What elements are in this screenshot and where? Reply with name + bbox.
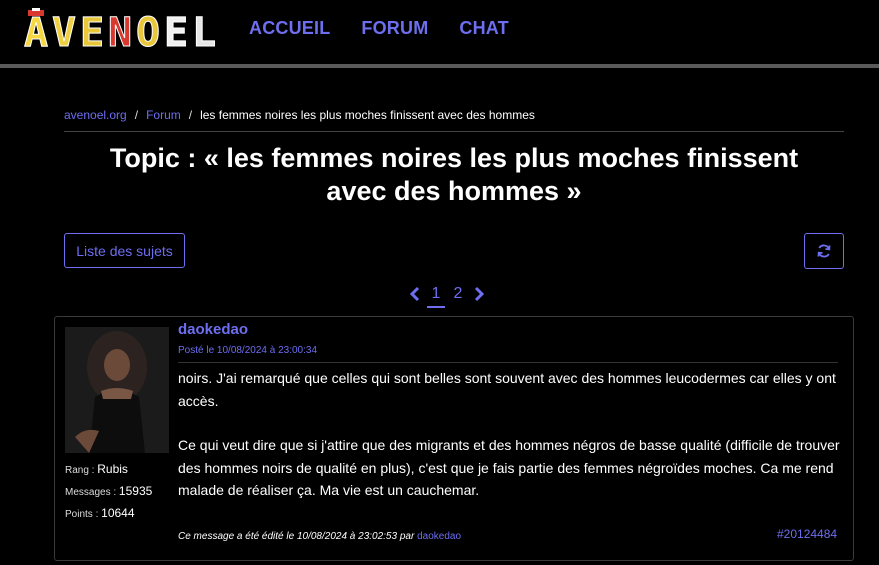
breadcrumb-separator: / [134, 108, 139, 122]
breadcrumb-current: les femmes noires les plus moches finiss… [200, 108, 535, 122]
svg-text:E: E [164, 10, 188, 52]
post-id-link[interactable]: #20124484 [777, 527, 837, 541]
breadcrumb-separator: / [188, 108, 193, 122]
edit-notice-text: Ce message a été édité le 10/08/2024 à 2… [178, 531, 415, 542]
breadcrumb: avenoel.org / Forum / les femmes noires … [64, 108, 535, 122]
title-line-2: avec des hommes » [326, 176, 582, 206]
nav-chat[interactable]: CHAT [459, 18, 508, 39]
svg-text:N: N [108, 10, 132, 52]
refresh-button[interactable] [804, 233, 844, 269]
rank-value: Rubis [97, 462, 128, 476]
rank-label: Rang [65, 465, 89, 476]
page-1[interactable]: 1 [425, 285, 447, 308]
messages-label: Messages [65, 487, 111, 498]
chevron-left-icon [409, 286, 420, 302]
edit-author-link[interactable]: daokedao [417, 531, 461, 542]
avatar-image [65, 327, 169, 453]
svg-text:A: A [24, 10, 48, 52]
svg-text:E: E [80, 10, 104, 52]
nav-accueil[interactable]: ACCUEIL [249, 18, 330, 39]
author-stats: Rang : Rubis Messages : 15935 Points : 1… [65, 462, 153, 520]
header-divider [0, 64, 879, 68]
breadcrumb-divider [64, 131, 844, 132]
forum-post: Rang : Rubis Messages : 15935 Points : 1… [54, 316, 854, 561]
avatar[interactable] [65, 327, 169, 453]
refresh-icon [817, 244, 831, 258]
points-label: Points [65, 509, 93, 520]
main-nav: ACCUEIL FORUM CHAT [249, 18, 509, 39]
edit-notice: Ce message a été édité le 10/08/2024 à 2… [178, 531, 461, 542]
title-line-1: Topic : « les femmes noires les plus moc… [109, 143, 799, 173]
logo-image: A V E N O E L [24, 8, 217, 52]
messages-value: 15935 [118, 484, 153, 498]
page-title: Topic : « les femmes noires les plus moc… [64, 142, 844, 208]
next-page-button[interactable] [469, 284, 489, 304]
pagination: 1 2 [405, 282, 489, 308]
topic-list-button[interactable]: Liste des sujets [64, 233, 185, 268]
post-author[interactable]: daokedao [178, 321, 248, 338]
chevron-right-icon [474, 286, 485, 302]
nav-forum[interactable]: FORUM [361, 18, 428, 39]
page-2[interactable]: 2 [447, 285, 469, 303]
svg-text:V: V [52, 10, 76, 52]
site-logo[interactable]: A V E N O E L [24, 8, 224, 52]
breadcrumb-home[interactable]: avenoel.org [64, 108, 127, 122]
post-date[interactable]: Posté le 10/08/2024 à 23:00:34 [178, 345, 317, 356]
post-content: noirs. J'ai remarqué que celles qui sont… [178, 367, 843, 524]
site-header: A V E N O E L ACCUEIL FORUM CHAT [0, 0, 879, 64]
post-paragraph: noirs. J'ai remarqué que celles qui sont… [178, 370, 836, 409]
post-paragraph: Ce qui veut dire que si j'attire que des… [178, 437, 840, 498]
points-value: 10644 [101, 506, 135, 520]
post-divider [178, 362, 838, 363]
breadcrumb-forum[interactable]: Forum [146, 108, 181, 122]
svg-text:O: O [136, 10, 160, 52]
svg-text:L: L [192, 10, 216, 52]
prev-page-button[interactable] [405, 284, 425, 304]
